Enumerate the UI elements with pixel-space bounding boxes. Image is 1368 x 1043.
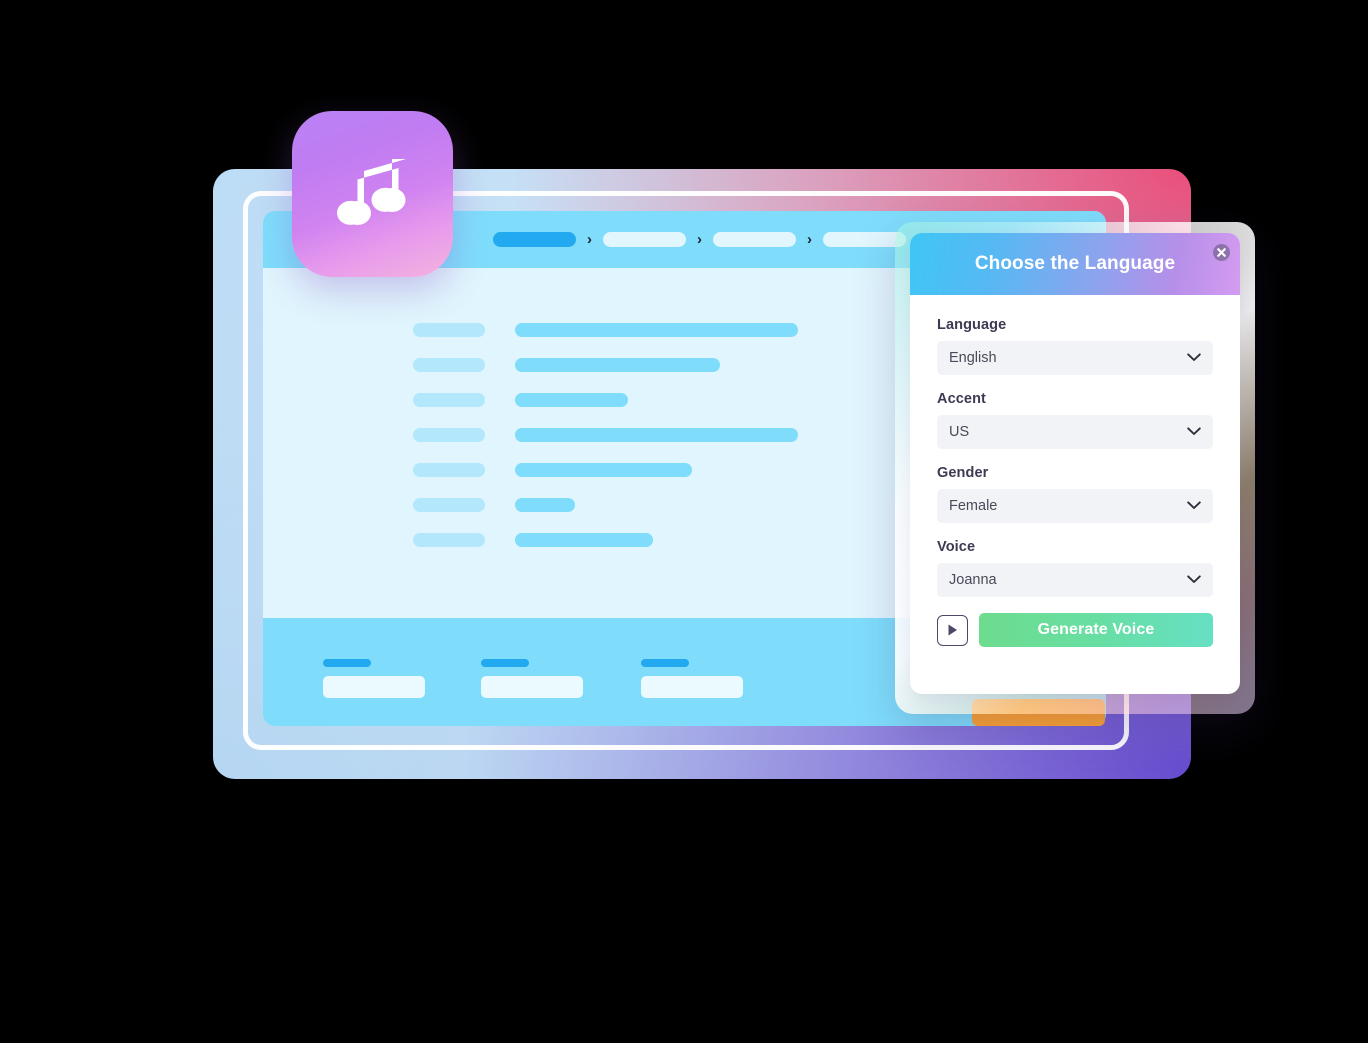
voice-label: Voice bbox=[937, 539, 976, 555]
footer-field-input[interactable] bbox=[323, 676, 425, 698]
footer-field-input[interactable] bbox=[481, 676, 583, 698]
dialog-header: Choose the Language bbox=[910, 233, 1240, 295]
dialog-actions: Generate Voice bbox=[937, 613, 1213, 647]
skeleton-label bbox=[413, 463, 485, 477]
dialog-title: Choose the Language bbox=[974, 253, 1176, 274]
step-pill-1[interactable] bbox=[493, 232, 576, 247]
chevron-right-icon-1: › bbox=[587, 231, 592, 248]
footer-field-input[interactable] bbox=[641, 676, 743, 698]
chevron-right-icon-2: › bbox=[697, 231, 702, 248]
chevron-down-icon bbox=[1187, 497, 1201, 515]
play-icon[interactable] bbox=[937, 614, 968, 646]
skeleton-value bbox=[515, 393, 628, 407]
generate-voice-button[interactable]: Generate Voice bbox=[979, 613, 1213, 647]
chevron-down-icon bbox=[1187, 423, 1201, 441]
skeleton-row bbox=[413, 428, 798, 442]
skeleton-value bbox=[515, 498, 575, 512]
chevron-down-icon bbox=[1187, 571, 1201, 589]
choose-language-dialog: Choose the Language Language English Acc… bbox=[910, 233, 1240, 694]
footer-field-3 bbox=[641, 659, 743, 698]
language-select[interactable]: English bbox=[937, 341, 1213, 375]
skeleton-label bbox=[413, 358, 485, 372]
skeleton-row bbox=[413, 463, 692, 477]
chevron-right-icon-3: › bbox=[807, 231, 812, 248]
accent-label: Accent bbox=[937, 391, 986, 407]
skeleton-row bbox=[413, 323, 798, 337]
footer-field-label bbox=[323, 659, 371, 667]
skeleton-row bbox=[413, 498, 575, 512]
dialog-body: Language English Accent US Gender Female bbox=[910, 295, 1240, 647]
gender-label: Gender bbox=[937, 465, 989, 481]
skeleton-label bbox=[413, 498, 485, 512]
skeleton-value bbox=[515, 428, 798, 442]
voice-select[interactable]: Joanna bbox=[937, 563, 1213, 597]
footer-field-1 bbox=[323, 659, 425, 698]
step-pill-4[interactable] bbox=[823, 232, 906, 247]
skeleton-value bbox=[515, 358, 720, 372]
step-pill-2[interactable] bbox=[603, 232, 686, 247]
step-pill-3[interactable] bbox=[713, 232, 796, 247]
chevron-down-icon bbox=[1187, 349, 1201, 367]
skeleton-row bbox=[413, 533, 653, 547]
language-label: Language bbox=[937, 317, 1007, 333]
skeleton-label bbox=[413, 323, 485, 337]
skeleton-row bbox=[413, 393, 628, 407]
footer-field-label bbox=[481, 659, 529, 667]
footer-field-label bbox=[641, 659, 689, 667]
skeleton-label bbox=[413, 393, 485, 407]
accent-select[interactable]: US bbox=[937, 415, 1213, 449]
skeleton-value bbox=[515, 463, 692, 477]
footer-field-2 bbox=[481, 659, 583, 698]
step-breadcrumb: › › › bbox=[493, 211, 906, 268]
music-note-icon bbox=[292, 111, 453, 277]
skeleton-value bbox=[515, 533, 653, 547]
language-value: English bbox=[949, 350, 997, 366]
skeleton-label bbox=[413, 428, 485, 442]
voice-value: Joanna bbox=[949, 572, 997, 588]
illustration-stage: › › › Choose the Language Language Engli… bbox=[0, 0, 1368, 1043]
gender-select[interactable]: Female bbox=[937, 489, 1213, 523]
skeleton-label bbox=[413, 533, 485, 547]
close-icon[interactable] bbox=[1213, 244, 1230, 261]
skeleton-row bbox=[413, 358, 720, 372]
gender-value: Female bbox=[949, 498, 998, 514]
skeleton-value bbox=[515, 323, 798, 337]
accent-value: US bbox=[949, 424, 970, 440]
